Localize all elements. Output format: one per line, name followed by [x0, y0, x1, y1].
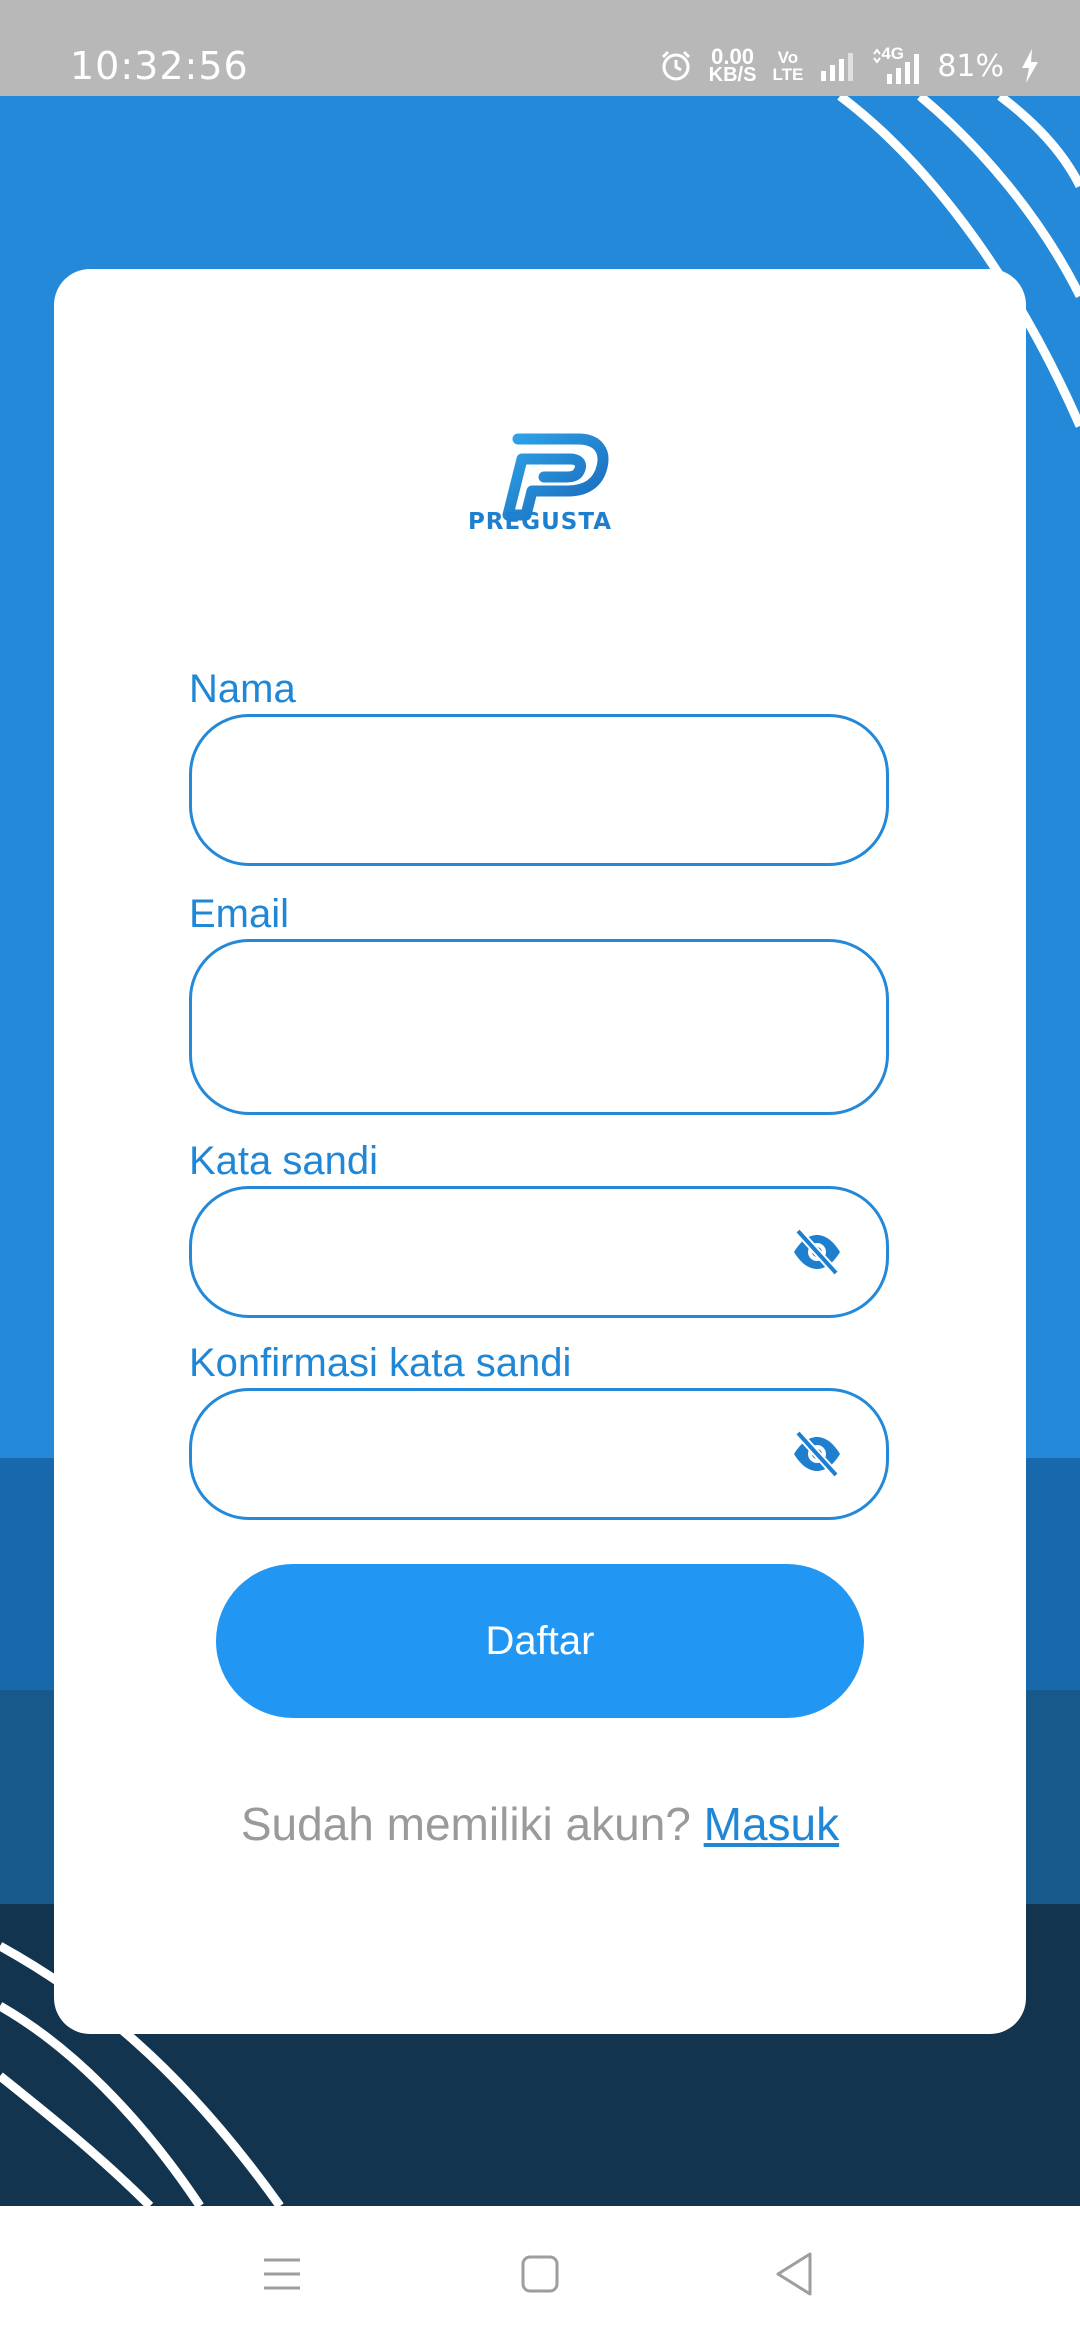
confirm-password-field[interactable]	[189, 1388, 889, 1520]
home-square-icon[interactable]	[510, 2246, 570, 2302]
alarm-icon	[661, 50, 690, 81]
email-label: Email	[189, 892, 290, 936]
email-input[interactable]	[232, 942, 796, 1114]
status-bar: 10:32:56 0.00 KB/S Vo LTE 4G 81%	[0, 0, 1080, 96]
name-label: Nama	[189, 667, 296, 711]
login-prompt: Sudah memiliki akun? Masuk	[54, 1797, 1026, 1851]
navigation-bar	[0, 2206, 1080, 2340]
menu-icon[interactable]	[252, 2246, 312, 2302]
logo-text: PREGUSTA	[467, 509, 613, 535]
name-field[interactable]	[189, 714, 889, 866]
status-icons: 0.00 KB/S Vo LTE 4G 81%	[659, 44, 1040, 88]
password-field[interactable]	[189, 1186, 889, 1318]
password-label: Kata sandi	[189, 1139, 379, 1183]
register-card: PREGUSTA Nama Email Kata sandi Konfirmas…	[54, 269, 1026, 2034]
eye-off-icon[interactable]	[790, 1225, 844, 1279]
name-input[interactable]	[232, 717, 796, 865]
status-time: 10:32:56	[70, 44, 249, 88]
confirm-password-input[interactable]	[232, 1391, 796, 1519]
register-button[interactable]: Daftar	[216, 1564, 864, 1718]
network-speed: 0.00 KB/S	[708, 44, 757, 86]
login-question: Sudah memiliki akun?	[240, 1798, 691, 1850]
login-link[interactable]: Masuk	[704, 1798, 839, 1850]
password-input[interactable]	[232, 1189, 796, 1317]
confirm-password-label: Konfirmasi kata sandi	[189, 1341, 572, 1385]
eye-off-icon[interactable]	[790, 1427, 844, 1481]
signal-icon	[821, 53, 854, 81]
email-field[interactable]	[189, 939, 889, 1115]
signal-4g-icon: 4G	[871, 44, 921, 84]
battery-percent: 81%	[937, 48, 1004, 84]
charging-icon	[1022, 49, 1038, 83]
volte-indicator: Vo LTE	[772, 48, 804, 84]
back-triangle-icon[interactable]	[766, 2246, 826, 2302]
